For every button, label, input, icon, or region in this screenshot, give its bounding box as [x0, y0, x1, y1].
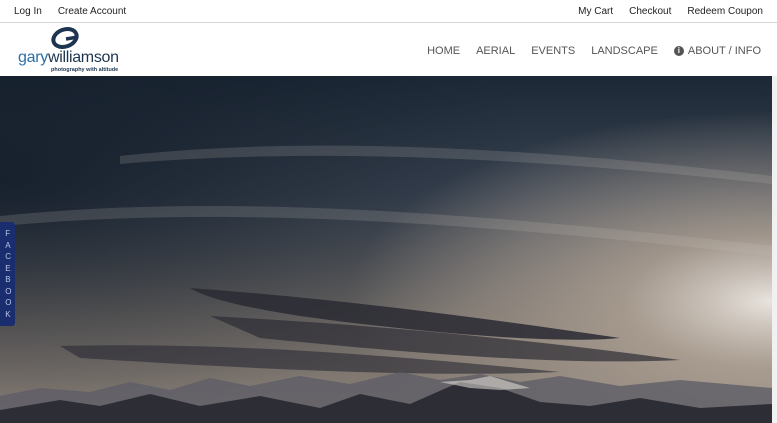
logo-tagline: photography with altitude — [51, 67, 119, 73]
site-logo[interactable]: garywilliamson photography with altitude — [18, 27, 133, 73]
nav-landscape[interactable]: LANDSCAPE — [591, 45, 658, 57]
create-account-link[interactable]: Create Account — [58, 6, 126, 17]
logo-g-mark-icon — [51, 27, 79, 49]
facebook-tab-label: FACEBOOK — [5, 229, 12, 319]
login-link[interactable]: Log In — [14, 6, 42, 17]
nav-home[interactable]: HOME — [427, 45, 460, 57]
main-nav: HOME AERIAL EVENTS LANDSCAPE i ABOUT / I… — [427, 45, 761, 57]
account-links: Log In Create Account — [14, 6, 126, 17]
nav-aerial[interactable]: AERIAL — [476, 45, 515, 57]
logo-wordmark: garywilliamson — [18, 49, 119, 66]
my-cart-link[interactable]: My Cart — [578, 6, 613, 17]
nav-about-info[interactable]: i ABOUT / INFO — [673, 45, 761, 57]
site-header: garywilliamson photography with altitude… — [0, 23, 777, 75]
checkout-link[interactable]: Checkout — [629, 6, 671, 17]
hero-landscape-photo — [0, 76, 772, 423]
nav-events[interactable]: EVENTS — [531, 45, 575, 57]
nav-about-label: ABOUT / INFO — [687, 45, 761, 57]
facebook-side-tab[interactable]: FACEBOOK — [0, 222, 15, 326]
hero-image — [0, 76, 772, 423]
page-scrollbar-track[interactable] — [772, 76, 777, 423]
top-utility-bar: Log In Create Account My Cart Checkout R… — [0, 0, 777, 23]
redeem-coupon-link[interactable]: Redeem Coupon — [687, 6, 763, 17]
cart-links: My Cart Checkout Redeem Coupon — [578, 6, 763, 17]
info-icon: i — [673, 46, 684, 56]
